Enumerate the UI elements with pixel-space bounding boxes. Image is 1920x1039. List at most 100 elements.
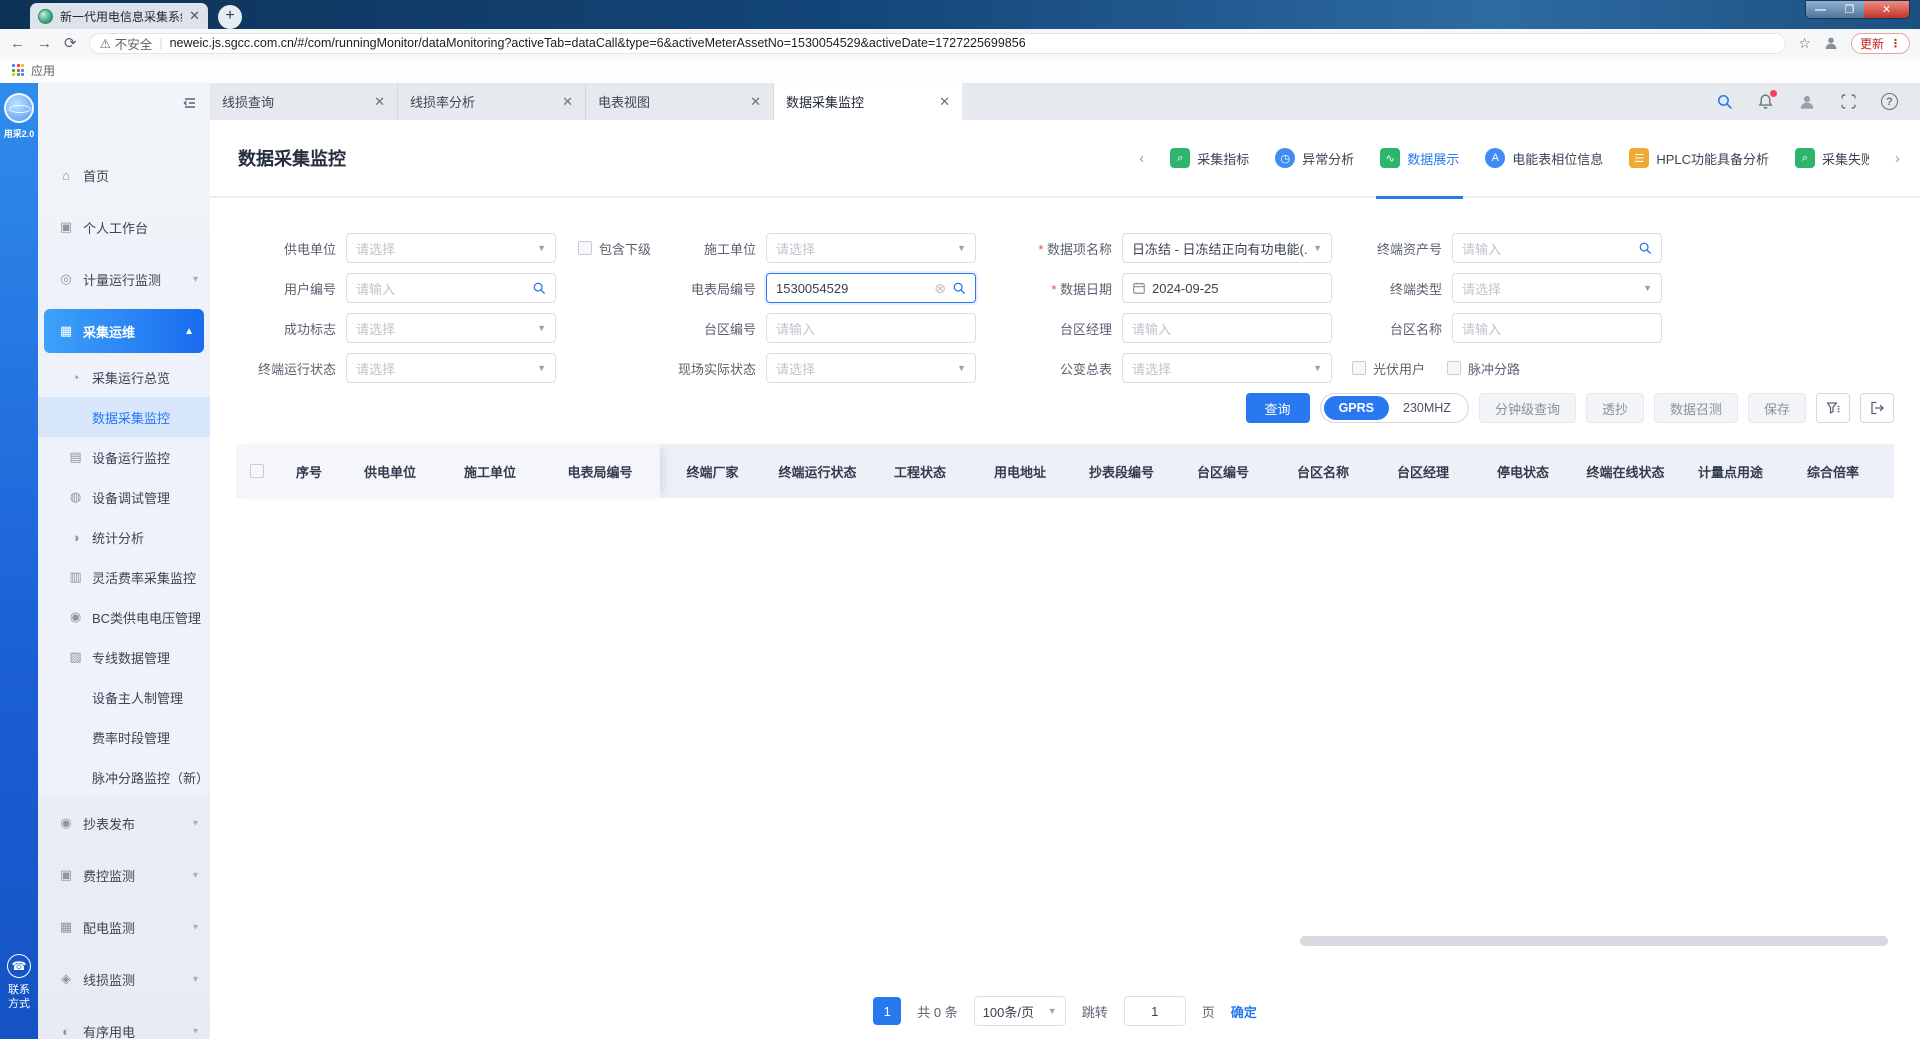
page-size-select[interactable]: 100条/页 ▼ — [973, 996, 1066, 1026]
failure-report-icon: ⌕ — [1795, 148, 1815, 168]
subtab-meter-phase-info[interactable]: A 电能表相位信息 — [1485, 119, 1603, 197]
new-tab-button[interactable]: + — [218, 5, 242, 29]
reload-icon[interactable]: ⟳ — [64, 36, 77, 51]
subtab-data-display[interactable]: ∿ 数据展示 — [1376, 119, 1464, 199]
sidebar-item-workbench[interactable]: ▣ 个人工作台 — [38, 201, 210, 253]
supply-unit-select[interactable]: 请选择 ▼ — [346, 233, 556, 263]
sidebar-item-distribution-monitor[interactable]: ▦ 配电监测 ▾ — [38, 901, 210, 953]
search-icon[interactable] — [952, 281, 966, 295]
select-all-checkbox[interactable] — [250, 464, 264, 478]
sidebar-item-fee-control[interactable]: ▣ 费控监测 ▾ — [38, 849, 210, 901]
success-flag-select[interactable]: 请选择 ▼ — [346, 313, 556, 343]
help-icon[interactable]: ? — [1881, 93, 1898, 110]
browser-tab[interactable]: 新一代用电信息采集系统 ✕ — [30, 3, 208, 29]
app-logo-icon[interactable] — [4, 93, 34, 123]
save-button[interactable]: 保存 — [1747, 393, 1806, 423]
sidebar-item-device-owner[interactable]: 设备主人制管理 — [38, 677, 210, 717]
search-icon[interactable] — [532, 281, 546, 295]
construction-unit-select[interactable]: 请选择 ▼ — [766, 233, 976, 263]
terminal-asset-input[interactable]: 请输入 — [1452, 233, 1662, 263]
subtab-collection-indicators[interactable]: ⌕ 采集指标 — [1170, 119, 1249, 197]
sidebar-item-rate-period[interactable]: 费率时段管理 — [38, 717, 210, 757]
contact-widget[interactable]: ☎ 联系 方式 — [0, 954, 38, 1011]
sidebar-item-bc-voltage[interactable]: ◉ BC类供电电压管理 — [38, 597, 210, 637]
pv-user-checkbox[interactable] — [1352, 361, 1366, 375]
close-icon[interactable]: ✕ — [562, 94, 573, 110]
confirm-jump-button[interactable]: 确定 — [1231, 1002, 1257, 1021]
public-meter-select[interactable]: 请选择 ▼ — [1122, 353, 1332, 383]
data-date-picker[interactable]: 2024-09-25 — [1122, 273, 1332, 303]
tab-close-icon[interactable]: ✕ — [189, 8, 200, 24]
bell-icon[interactable] — [1757, 90, 1777, 110]
sidebar-item-device-debug[interactable]: ◍ 设备调试管理 — [38, 477, 210, 517]
query-button[interactable]: 查询 — [1245, 393, 1310, 423]
close-icon[interactable]: ✕ — [939, 94, 950, 110]
sidebar-item-pulse-branch-monitor[interactable]: 脉冲分路监控（新） — [38, 757, 210, 797]
sidebar-item-dedicated-line[interactable]: ▨ 专线数据管理 — [38, 637, 210, 677]
sidebar-item-orderly-power[interactable]: ◐ 有序用电 ▾ — [38, 1005, 210, 1039]
subtab-collection-failure[interactable]: ⌕ 采集失败消 — [1795, 119, 1869, 197]
data-item-select[interactable]: 日冻结 - 日冻结正向有功电能(... ▼ — [1122, 233, 1332, 263]
minimize-button[interactable]: — — [1806, 1, 1835, 18]
sidebar-item-flexible-rate[interactable]: ▥ 灵活费率采集监控 — [38, 557, 210, 597]
mhz-option[interactable]: 230MHZ — [1389, 401, 1465, 415]
meter-no-input[interactable]: 1530054529 ⊗ — [766, 273, 976, 303]
sidebar-item-collection-ops[interactable]: ▦ 采集运维 ▲ — [44, 309, 204, 353]
address-bar[interactable]: ⚠ 不安全 | neweic.js.sgcc.com.cn/#/com/runn… — [88, 32, 1787, 54]
gprs-option[interactable]: GPRS — [1323, 396, 1389, 420]
sidebar-item-line-loss-monitor[interactable]: ◈ 线损监测 ▾ — [38, 953, 210, 1005]
fullscreen-scan-icon[interactable] — [1840, 93, 1857, 110]
clear-icon[interactable]: ⊗ — [934, 280, 946, 297]
bookmark-star-icon[interactable]: ☆ — [1798, 35, 1811, 52]
close-icon[interactable]: ✕ — [374, 94, 385, 110]
sidebar-item-collection-overview[interactable]: ◔ 采集运行总览 — [38, 357, 210, 397]
worktab-line-loss-analysis[interactable]: 线损率分析 ✕ — [398, 83, 586, 120]
data-recall-button[interactable]: 数据召测 — [1653, 393, 1738, 423]
search-icon[interactable] — [1716, 93, 1733, 110]
user-avatar-icon[interactable] — [1798, 93, 1816, 111]
apps-grid-icon[interactable] — [12, 64, 24, 76]
forward-icon[interactable]: → — [37, 36, 52, 51]
sidebar-item-metering-monitor[interactable]: ◎ 计量运行监测 ▾ — [38, 253, 210, 305]
close-icon[interactable]: ✕ — [750, 94, 761, 110]
station-name-input[interactable]: 请输入 — [1452, 313, 1662, 343]
export-button[interactable] — [1860, 393, 1894, 423]
horizontal-scrollbar[interactable] — [1300, 936, 1888, 946]
terminal-type-select[interactable]: 请选择 ▼ — [1452, 273, 1662, 303]
browser-profile-icon[interactable] — [1823, 35, 1839, 51]
subtab-hplc-analysis[interactable]: ☰ HPLC功能具备分析 — [1629, 119, 1769, 197]
sidebar-item-home[interactable]: ⌂ 首页 — [38, 149, 210, 201]
worktab-line-loss-query[interactable]: 线损查询 ✕ — [210, 83, 398, 120]
close-button[interactable]: ✕ — [1864, 1, 1909, 18]
maximize-button[interactable]: ❐ — [1835, 1, 1864, 18]
chevron-left-icon[interactable]: ‹ — [1139, 150, 1144, 167]
channel-toggle[interactable]: GPRS 230MHZ — [1319, 393, 1469, 423]
pulse-branch-checkbox[interactable] — [1447, 361, 1462, 375]
page-number-button[interactable]: 1 — [873, 997, 902, 1025]
user-no-input[interactable]: 请输入 — [346, 273, 556, 303]
back-icon[interactable]: ← — [10, 36, 25, 51]
search-icon[interactable] — [1638, 241, 1652, 255]
sidebar-item-device-run-monitor[interactable]: ▤ 设备运行监控 — [38, 437, 210, 477]
worktab-meter-view[interactable]: 电表视图 ✕ — [586, 83, 774, 120]
security-indicator[interactable]: ⚠ 不安全 — [100, 34, 153, 53]
sidebar-item-data-collection-monitor[interactable]: 数据采集监控 — [38, 397, 210, 437]
sidebar-item-meter-reading-publish[interactable]: ◉ 抄表发布 ▾ — [38, 797, 210, 849]
pass-read-button[interactable]: 透抄 — [1585, 393, 1644, 423]
include-sub-checkbox[interactable] — [578, 241, 592, 255]
terminal-run-state-select[interactable]: 请选择 ▼ — [346, 353, 556, 383]
subtab-anomaly-analysis[interactable]: ◷ 异常分析 — [1275, 119, 1354, 197]
sidebar-item-statistics[interactable]: ◑ 统计分析 — [38, 517, 210, 557]
station-no-input[interactable]: 请输入 — [766, 313, 976, 343]
field-state-select[interactable]: 请选择 ▼ — [766, 353, 976, 383]
worktab-data-collection-monitor[interactable]: 数据采集监控 ✕ — [774, 83, 962, 120]
browser-menu-icon[interactable]: ⋮ — [1890, 37, 1901, 50]
filter-funnel-button[interactable] — [1816, 393, 1850, 423]
browser-update-button[interactable]: 更新 ⋮ — [1850, 32, 1910, 54]
sidebar-collapse-icon[interactable] — [182, 95, 198, 111]
apps-bookmark-label[interactable]: 应用 — [31, 62, 55, 79]
minute-query-button[interactable]: 分钟级查询 — [1478, 393, 1576, 423]
jump-page-input[interactable] — [1123, 996, 1186, 1026]
station-manager-input[interactable]: 请输入 — [1122, 313, 1332, 343]
chevron-right-icon[interactable]: › — [1895, 150, 1900, 167]
